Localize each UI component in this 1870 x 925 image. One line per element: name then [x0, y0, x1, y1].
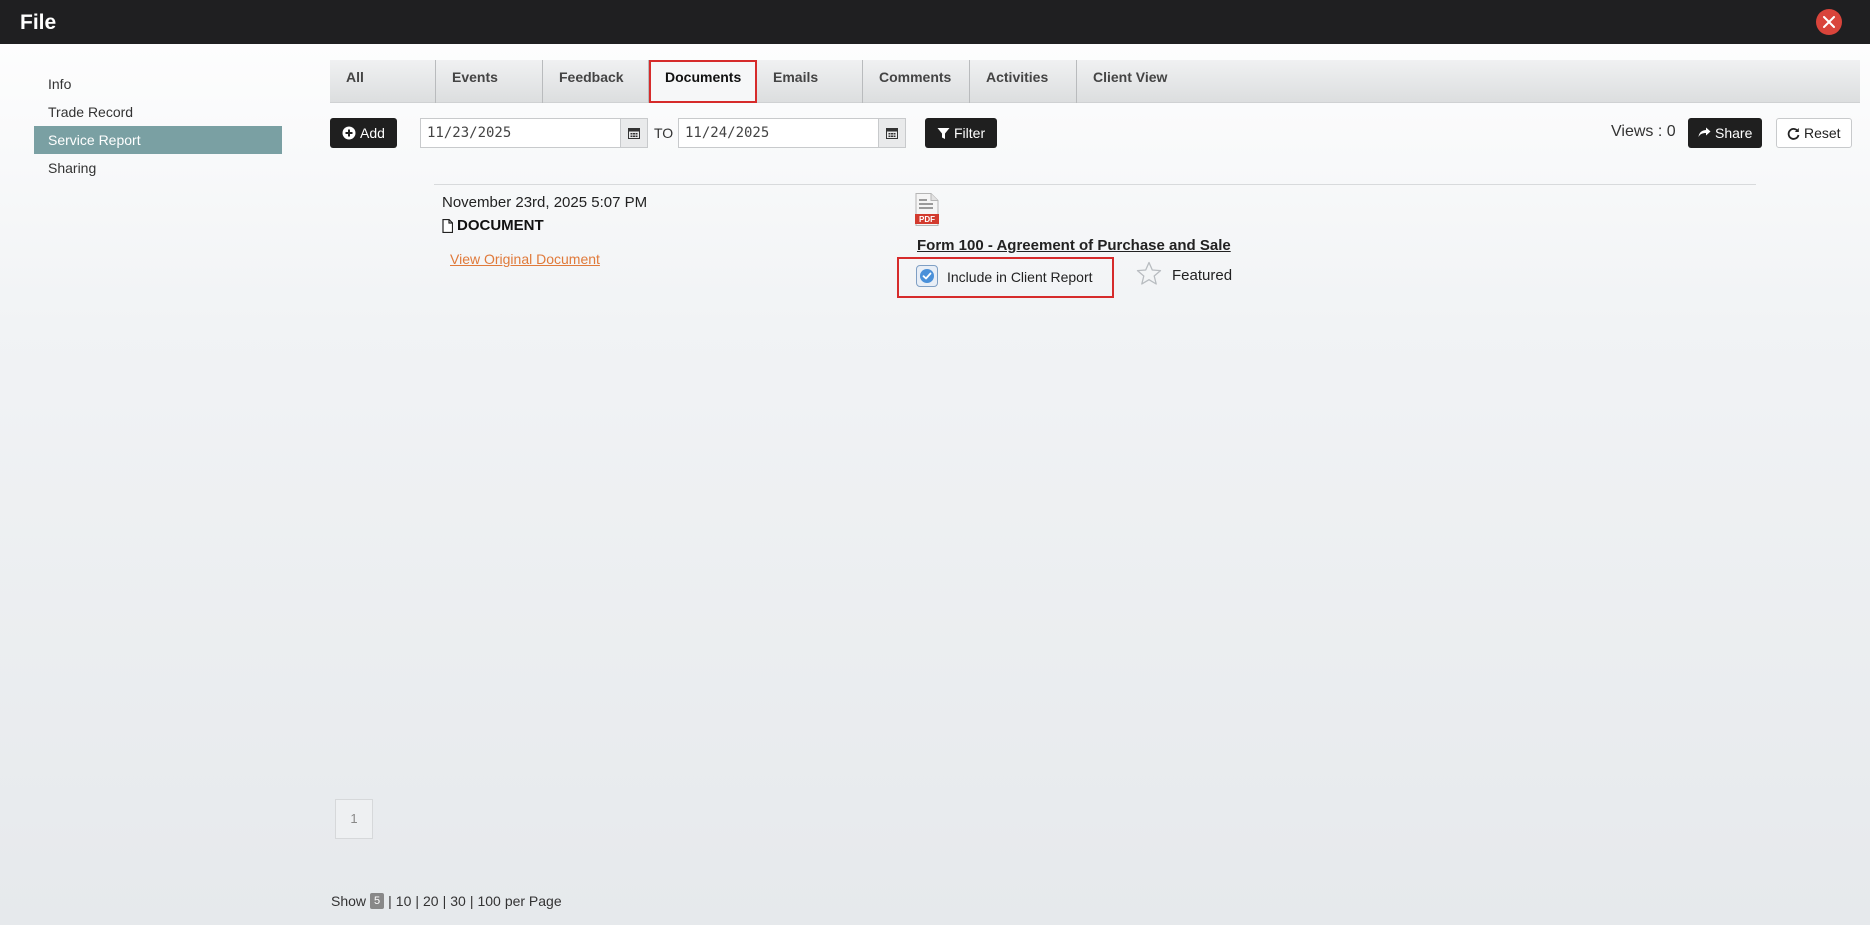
- tab-emails[interactable]: Emails: [757, 60, 863, 103]
- include-client-report-label: Include in Client Report: [947, 269, 1093, 285]
- add-button-label: Add: [360, 125, 385, 141]
- sidebar: Info Trade Record Service Report Sharing: [34, 70, 282, 182]
- close-icon: [1823, 16, 1835, 28]
- entry-type-label: DOCUMENT: [457, 217, 544, 234]
- date-from-group: [420, 118, 648, 148]
- show-label: Show: [331, 893, 367, 909]
- svg-text:PDF: PDF: [919, 215, 935, 224]
- tab-bar: All Events Feedback Documents Emails Com…: [330, 60, 1860, 103]
- tab-comments[interactable]: Comments: [863, 60, 970, 103]
- file-icon: [442, 218, 453, 233]
- page-size-selector: Show 5 | 10 | 20 | 30 | 100 per Page: [331, 893, 562, 909]
- refresh-icon: [1787, 127, 1800, 140]
- share-icon: [1698, 127, 1711, 137]
- tab-documents[interactable]: Documents: [649, 60, 757, 103]
- check-icon: [920, 269, 934, 283]
- window-title: File: [20, 11, 57, 34]
- entry-type: DOCUMENT: [442, 217, 544, 234]
- tab-client-view[interactable]: Client View: [1077, 60, 1187, 103]
- sidebar-item-trade-record[interactable]: Trade Record: [34, 98, 282, 126]
- page-size-option-100[interactable]: 100: [477, 893, 500, 909]
- tab-activities[interactable]: Activities: [970, 60, 1077, 103]
- reset-button[interactable]: Reset: [1776, 118, 1852, 148]
- reset-button-label: Reset: [1804, 125, 1841, 141]
- pagination-page-1[interactable]: 1: [335, 799, 373, 839]
- page-size-separator: |: [442, 893, 447, 909]
- tab-feedback[interactable]: Feedback: [543, 60, 649, 103]
- date-to-group: [678, 118, 906, 148]
- page-size-option-30[interactable]: 30: [450, 893, 466, 909]
- date-from-input[interactable]: [420, 118, 620, 148]
- tab-all[interactable]: All: [330, 60, 436, 103]
- filter-button[interactable]: Filter: [925, 118, 998, 148]
- share-button-label: Share: [1715, 125, 1753, 141]
- share-button[interactable]: Share: [1688, 118, 1763, 148]
- plus-circle-icon: [342, 126, 356, 140]
- tab-events[interactable]: Events: [436, 60, 543, 103]
- document-title-link[interactable]: Form 100 - Agreement of Purchase and Sal…: [917, 237, 1231, 254]
- add-button[interactable]: Add: [330, 118, 397, 148]
- date-range-to-label: TO: [654, 125, 674, 141]
- date-to-calendar-button[interactable]: [878, 118, 906, 148]
- per-page-label: per Page: [504, 893, 562, 909]
- entry-divider: [434, 184, 1756, 185]
- star-outline-icon[interactable]: [1136, 261, 1162, 286]
- page-size-selected[interactable]: 5: [370, 893, 385, 909]
- filter-button-label: Filter: [954, 125, 986, 141]
- page-size-separator: |: [415, 893, 420, 909]
- entry-date: November 23rd, 2025 5:07 PM: [442, 194, 648, 211]
- include-client-report-checkbox[interactable]: [916, 265, 938, 287]
- sidebar-item-sharing[interactable]: Sharing: [34, 154, 282, 182]
- sidebar-item-service-report[interactable]: Service Report: [34, 126, 282, 154]
- close-button[interactable]: [1816, 9, 1842, 35]
- sidebar-item-info[interactable]: Info: [34, 70, 282, 98]
- pdf-file-icon: PDF: [915, 193, 939, 226]
- filter-icon: [937, 127, 950, 139]
- calendar-icon: [628, 128, 640, 139]
- featured-label: Featured: [1172, 267, 1233, 284]
- window-titlebar: File: [0, 0, 1870, 44]
- views-count: Views : 0: [1611, 123, 1676, 140]
- date-from-calendar-button[interactable]: [620, 118, 648, 148]
- page-size-separator: |: [469, 893, 474, 909]
- view-original-document-link[interactable]: View Original Document: [450, 251, 600, 267]
- page-size-option-10[interactable]: 10: [396, 893, 412, 909]
- page-size-option-20[interactable]: 20: [423, 893, 439, 909]
- date-to-input[interactable]: [678, 118, 878, 148]
- page-size-separator: |: [388, 893, 392, 909]
- calendar-icon: [886, 128, 898, 139]
